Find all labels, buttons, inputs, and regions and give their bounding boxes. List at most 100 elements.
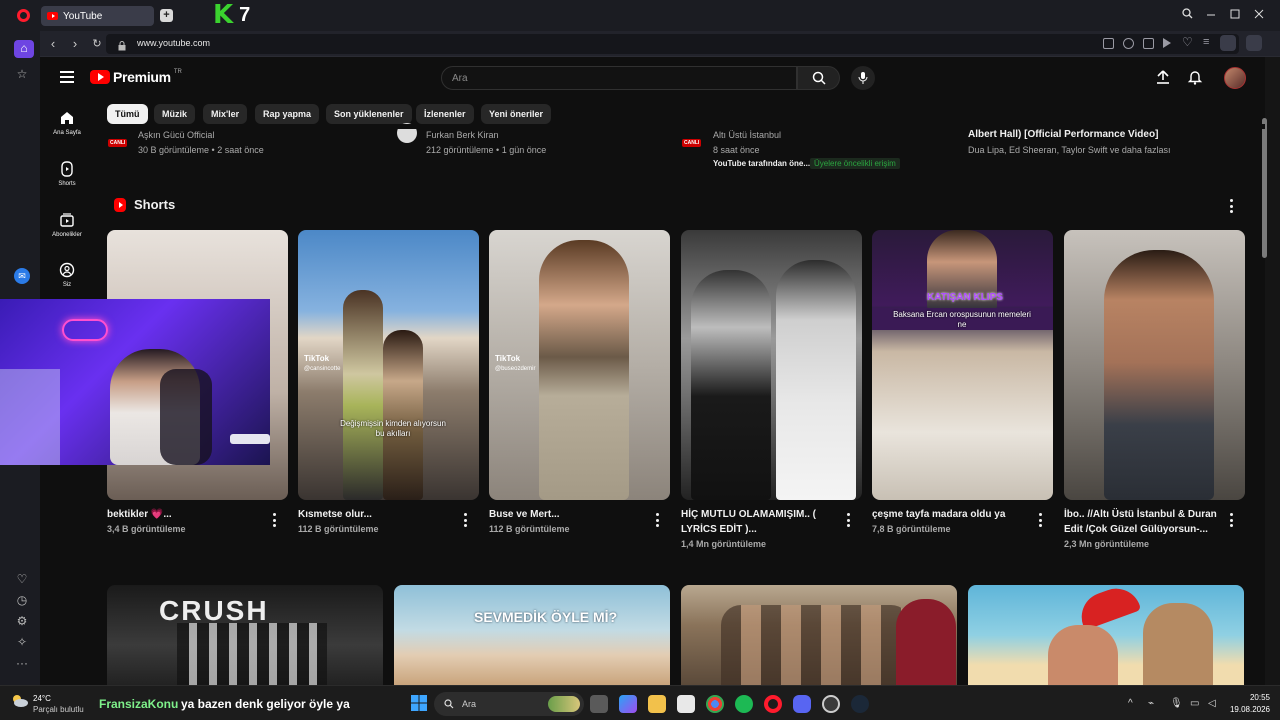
url-field[interactable] <box>106 34 1239 54</box>
short-title[interactable]: Buse ve Mert... 112 B görüntüleme <box>489 507 649 537</box>
short-thumbnail[interactable]: TikTok @buseozdemir <box>489 230 670 500</box>
scrollbar-thumb[interactable] <box>1262 118 1267 258</box>
steam-icon[interactable] <box>851 695 869 713</box>
notifications-bell-icon[interactable] <box>1187 69 1203 90</box>
weather-temperature[interactable]: 24°C <box>33 694 51 703</box>
youtube-logo[interactable]: Premium TR <box>90 69 182 85</box>
lock-icon[interactable] <box>118 38 126 51</box>
search-input[interactable]: Ara <box>441 66 797 90</box>
opera-menu-icon[interactable] <box>17 9 30 22</box>
guide-home[interactable]: Ana Sayfa <box>44 110 90 136</box>
video-thumbnail[interactable] <box>968 585 1244 685</box>
camera-icon[interactable] <box>1123 38 1134 49</box>
short-thumbnail[interactable]: TikTok @cansincotte Değişmişsin kimden a… <box>298 230 479 500</box>
weather-description[interactable]: Parçalı bulutlu <box>33 705 84 714</box>
short-menu-icon[interactable] <box>272 513 276 527</box>
task-view-icon[interactable] <box>590 695 608 713</box>
profile-icon[interactable] <box>1220 35 1236 51</box>
taskbar-search-placeholder: Ara <box>462 699 477 709</box>
video-title[interactable]: Albert Hall) [Official Performance Video… <box>968 129 1158 140</box>
store-icon[interactable] <box>677 695 695 713</box>
network-icon[interactable]: ⌁ <box>1148 698 1154 709</box>
short-menu-icon[interactable] <box>846 513 850 527</box>
browser-tab-youtube[interactable]: YouTube <box>41 6 154 26</box>
chrome-icon[interactable] <box>706 695 724 713</box>
short-menu-icon[interactable] <box>655 513 659 527</box>
video-channel[interactable]: Aşkın Gücü Official <box>138 130 214 140</box>
chip-new-to-you[interactable]: Yeni öneriler <box>481 104 552 124</box>
settings-gear-icon[interactable]: ⚙ <box>14 613 30 629</box>
heart-icon[interactable]: ♡ <box>1182 35 1193 49</box>
messenger-icon[interactable]: ✉ <box>14 268 30 284</box>
short-title[interactable]: İbo.. //Altı Üstü İstanbul & Duran Edit … <box>1064 507 1222 552</box>
discord-icon[interactable] <box>793 695 811 713</box>
short-menu-icon[interactable] <box>463 513 467 527</box>
reload-icon[interactable]: ↻ <box>90 36 104 52</box>
taskbar-date[interactable]: 19.08.2026 <box>1222 705 1270 714</box>
chip-watched[interactable]: İzlenenler <box>416 104 474 124</box>
short-thumbnail[interactable]: KATIŞAN KLIPS Baksana Ercan orospusunun … <box>872 230 1053 500</box>
menu-icon[interactable] <box>60 71 74 83</box>
short-title[interactable]: HİÇ MUTLU OLAMAMIŞIM.. ( LYRİCS EDİT )..… <box>681 507 831 552</box>
volume-icon[interactable]: ◁ <box>1208 698 1216 709</box>
video-thumbnail[interactable]: SEVMEDİK ÖYLE Mİ? <box>394 585 670 685</box>
shield-icon[interactable] <box>1143 38 1154 49</box>
chip-all[interactable]: Tümü <box>107 104 148 124</box>
url-text[interactable]: www.youtube.com <box>137 38 210 48</box>
weather-cloud-icon[interactable] <box>11 694 29 708</box>
close-window-icon[interactable] <box>1251 7 1267 22</box>
opera-heart-icon[interactable]: ♡ <box>14 571 30 587</box>
short-title[interactable]: bektikler 💗... 3,4 B görüntüleme <box>107 507 267 537</box>
file-explorer-icon[interactable] <box>648 695 666 713</box>
easy-setup-icon[interactable]: ≡ <box>1203 36 1209 48</box>
voice-search-button[interactable] <box>851 66 875 90</box>
opera-home-icon[interactable]: ⌂ <box>14 40 34 58</box>
chip-mixes[interactable]: Mix'ler <box>203 104 248 124</box>
chip-rap[interactable]: Rap yapma <box>255 104 320 124</box>
forward-icon[interactable]: › <box>68 36 82 52</box>
shelf-menu-icon[interactable] <box>1229 199 1233 213</box>
short-title[interactable]: Kısmetse olur... 112 B görüntüleme <box>298 507 458 537</box>
short-thumbnail[interactable] <box>681 230 862 500</box>
maximize-icon[interactable] <box>1227 7 1243 22</box>
edit-icon[interactable] <box>1103 38 1114 49</box>
tray-chevron-icon[interactable]: ^ <box>1128 698 1133 709</box>
chip-music[interactable]: Müzik <box>154 104 196 124</box>
guide-subscriptions[interactable]: Abonelikler <box>44 212 90 238</box>
taskbar-search-box[interactable]: Ara <box>434 692 584 716</box>
video-channel[interactable]: Altı Üstü İstanbul <box>713 130 781 140</box>
more-icon[interactable]: ··· <box>14 655 30 671</box>
guide-you[interactable]: Siz <box>44 262 90 288</box>
account-avatar[interactable] <box>1224 67 1246 89</box>
player-icon[interactable] <box>1163 38 1171 48</box>
minimize-icon[interactable] <box>1203 7 1219 22</box>
chip-recently-uploaded[interactable]: Son yüklenenler <box>326 104 412 124</box>
video-thumbnail[interactable]: CRUSH <box>107 585 383 685</box>
history-icon[interactable]: ◷ <box>14 592 30 608</box>
short-menu-icon[interactable] <box>1038 513 1042 527</box>
back-icon[interactable]: ‹ <box>46 36 60 52</box>
guide-shorts[interactable]: Shorts <box>44 161 90 187</box>
tab-search-icon[interactable] <box>1179 7 1195 22</box>
scrollbar[interactable] <box>1265 57 1280 685</box>
wifi-icon[interactable]: ▭ <box>1190 698 1199 709</box>
obs-icon[interactable] <box>822 695 840 713</box>
microphone-tray-icon[interactable]: 🎙 <box>1170 698 1183 709</box>
upload-icon[interactable] <box>1155 69 1171 90</box>
short-title[interactable]: çeşme tayfa madara oldu ya 7,8 B görüntü… <box>872 507 1032 537</box>
widgets-icon[interactable] <box>619 695 637 713</box>
lightbulb-icon[interactable]: ✧ <box>14 634 30 650</box>
search-button[interactable] <box>797 66 840 90</box>
taskbar-time[interactable]: 20:55 <box>1228 693 1270 702</box>
short-thumbnail[interactable] <box>1064 230 1245 500</box>
extensions-icon[interactable] <box>1246 35 1262 51</box>
video-thumbnail[interactable] <box>681 585 957 685</box>
short-title-text: Buse ve Mert... <box>489 509 560 520</box>
new-tab-button[interactable]: + <box>160 9 173 22</box>
short-menu-icon[interactable] <box>1229 513 1233 527</box>
opera-star-icon[interactable]: ☆ <box>14 66 30 82</box>
spotify-icon[interactable] <box>735 695 753 713</box>
video-channel[interactable]: Furkan Berk Kiran <box>426 130 499 140</box>
windows-start-icon[interactable] <box>410 694 428 712</box>
opera-taskbar-icon[interactable] <box>764 695 782 713</box>
